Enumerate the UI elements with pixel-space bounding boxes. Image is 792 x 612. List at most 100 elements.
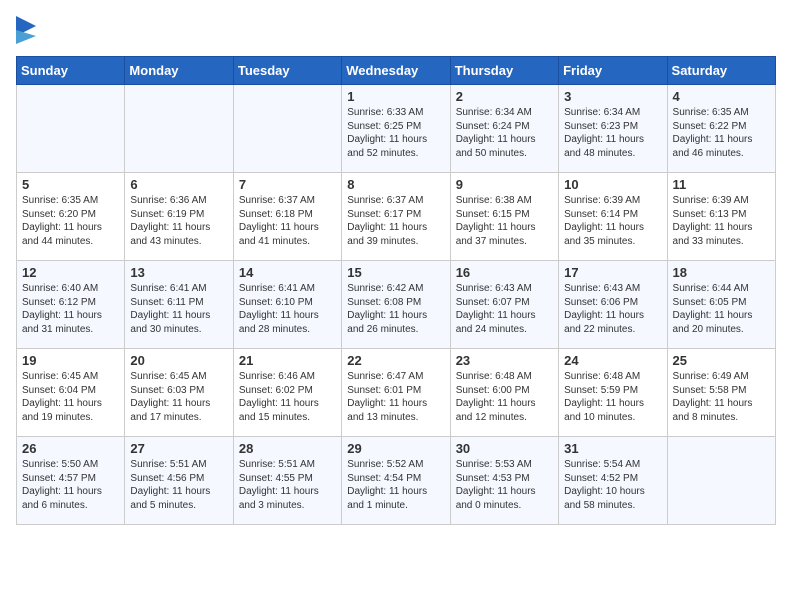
calendar-week-row: 19Sunrise: 6:45 AM Sunset: 6:04 PM Dayli… [17,349,776,437]
cell-content: Sunrise: 5:52 AM Sunset: 4:54 PM Dayligh… [347,458,444,512]
cell-content: Sunrise: 6:47 AM Sunset: 6:01 PM Dayligh… [347,370,444,424]
logo [16,16,40,44]
calendar-cell: 20Sunrise: 6:45 AM Sunset: 6:03 PM Dayli… [125,349,233,437]
page-header [16,16,776,44]
weekday-header: Thursday [450,57,558,85]
day-number: 30 [456,441,553,456]
cell-content: Sunrise: 6:49 AM Sunset: 5:58 PM Dayligh… [673,370,770,424]
cell-content: Sunrise: 6:41 AM Sunset: 6:11 PM Dayligh… [130,282,227,336]
calendar-cell: 9 Sunrise: 6:38 AM Sunset: 6:15 PM Daylig… [450,173,558,261]
cell-content: Sunrise: 6:46 AM Sunset: 6:02 PM Dayligh… [239,370,336,424]
day-number: 9 [456,177,553,192]
calendar-cell: 1 Sunrise: 6:33 AM Sunset: 6:25 PM Daylig… [342,85,450,173]
cell-content: Sunrise: 6:41 AM Sunset: 6:10 PM Dayligh… [239,282,336,336]
calendar-cell: 7 Sunrise: 6:37 AM Sunset: 6:18 PM Daylig… [233,173,341,261]
calendar-cell [667,437,775,525]
cell-content: Sunrise: 6:44 AM Sunset: 6:05 PM Dayligh… [673,282,770,336]
calendar-cell: 5Sunrise: 6:35 AM Sunset: 6:20 PM Daylig… [17,173,125,261]
calendar-cell: 8 Sunrise: 6:37 AM Sunset: 6:17 PM Daylig… [342,173,450,261]
calendar-cell: 24Sunrise: 6:48 AM Sunset: 5:59 PM Dayli… [559,349,667,437]
day-number: 29 [347,441,444,456]
cell-content: Sunrise: 6:43 AM Sunset: 6:06 PM Dayligh… [564,282,661,336]
calendar-cell: 14 Sunrise: 6:41 AM Sunset: 6:10 PM Dayli… [233,261,341,349]
calendar-week-row: 1 Sunrise: 6:33 AM Sunset: 6:25 PM Daylig… [17,85,776,173]
calendar-cell: 28 Sunrise: 5:51 AM Sunset: 4:55 PM Dayli… [233,437,341,525]
calendar-cell: 10 Sunrise: 6:39 AM Sunset: 6:14 PM Dayli… [559,173,667,261]
cell-content: Sunrise: 6:43 AM Sunset: 6:07 PM Dayligh… [456,282,553,336]
calendar-cell: 16 Sunrise: 6:43 AM Sunset: 6:07 PM Dayli… [450,261,558,349]
calendar-week-row: 12 Sunrise: 6:40 AM Sunset: 6:12 PM Dayli… [17,261,776,349]
cell-content: Sunrise: 5:53 AM Sunset: 4:53 PM Dayligh… [456,458,553,512]
cell-content: Sunrise: 6:39 AM Sunset: 6:14 PM Dayligh… [564,194,661,248]
weekday-header: Sunday [17,57,125,85]
calendar-cell: 26Sunrise: 5:50 AM Sunset: 4:57 PM Dayli… [17,437,125,525]
calendar-cell: 13 Sunrise: 6:41 AM Sunset: 6:11 PM Dayli… [125,261,233,349]
cell-content: Sunrise: 6:33 AM Sunset: 6:25 PM Dayligh… [347,106,444,160]
calendar-cell: 4Sunrise: 6:35 AM Sunset: 6:22 PM Daylig… [667,85,775,173]
calendar-body: 1 Sunrise: 6:33 AM Sunset: 6:25 PM Daylig… [17,85,776,525]
day-number: 6 [130,177,227,192]
weekday-header: Wednesday [342,57,450,85]
calendar-cell: 19Sunrise: 6:45 AM Sunset: 6:04 PM Dayli… [17,349,125,437]
day-number: 11 [673,177,770,192]
weekday-header: Monday [125,57,233,85]
cell-content: Sunrise: 6:34 AM Sunset: 6:24 PM Dayligh… [456,106,553,160]
day-number: 12 [22,265,119,280]
day-number: 21 [239,353,336,368]
calendar-cell: 25 Sunrise: 6:49 AM Sunset: 5:58 PM Dayli… [667,349,775,437]
calendar-cell [125,85,233,173]
calendar-cell: 6Sunrise: 6:36 AM Sunset: 6:19 PM Daylig… [125,173,233,261]
calendar-week-row: 26Sunrise: 5:50 AM Sunset: 4:57 PM Dayli… [17,437,776,525]
calendar-cell: 30 Sunrise: 5:53 AM Sunset: 4:53 PM Dayli… [450,437,558,525]
day-number: 25 [673,353,770,368]
cell-content: Sunrise: 5:51 AM Sunset: 4:55 PM Dayligh… [239,458,336,512]
calendar-cell: 21 Sunrise: 6:46 AM Sunset: 6:02 PM Dayli… [233,349,341,437]
cell-content: Sunrise: 6:34 AM Sunset: 6:23 PM Dayligh… [564,106,661,160]
cell-content: Sunrise: 6:40 AM Sunset: 6:12 PM Dayligh… [22,282,119,336]
cell-content: Sunrise: 5:51 AM Sunset: 4:56 PM Dayligh… [130,458,227,512]
cell-content: Sunrise: 6:48 AM Sunset: 6:00 PM Dayligh… [456,370,553,424]
day-number: 13 [130,265,227,280]
cell-content: Sunrise: 6:39 AM Sunset: 6:13 PM Dayligh… [673,194,770,248]
weekday-header: Tuesday [233,57,341,85]
calendar-cell: 11 Sunrise: 6:39 AM Sunset: 6:13 PM Dayli… [667,173,775,261]
day-number: 10 [564,177,661,192]
day-number: 28 [239,441,336,456]
cell-content: Sunrise: 6:37 AM Sunset: 6:17 PM Dayligh… [347,194,444,248]
day-number: 22 [347,353,444,368]
day-number: 16 [456,265,553,280]
day-number: 7 [239,177,336,192]
day-number: 17 [564,265,661,280]
calendar-cell: 18 Sunrise: 6:44 AM Sunset: 6:05 PM Dayli… [667,261,775,349]
day-number: 31 [564,441,661,456]
calendar-cell: 15Sunrise: 6:42 AM Sunset: 6:08 PM Dayli… [342,261,450,349]
weekday-header: Friday [559,57,667,85]
day-number: 8 [347,177,444,192]
day-number: 20 [130,353,227,368]
weekday-header: Saturday [667,57,775,85]
day-number: 19 [22,353,119,368]
day-number: 3 [564,89,661,104]
calendar-cell: 22 Sunrise: 6:47 AM Sunset: 6:01 PM Dayli… [342,349,450,437]
day-number: 1 [347,89,444,104]
calendar-cell: 31 Sunrise: 5:54 AM Sunset: 4:52 PM Dayli… [559,437,667,525]
calendar-header-row: SundayMondayTuesdayWednesdayThursdayFrid… [17,57,776,85]
logo-icon [16,16,36,44]
cell-content: Sunrise: 5:54 AM Sunset: 4:52 PM Dayligh… [564,458,661,512]
day-number: 23 [456,353,553,368]
calendar-cell: 29 Sunrise: 5:52 AM Sunset: 4:54 PM Dayli… [342,437,450,525]
cell-content: Sunrise: 6:42 AM Sunset: 6:08 PM Dayligh… [347,282,444,336]
day-number: 18 [673,265,770,280]
day-number: 5 [22,177,119,192]
cell-content: Sunrise: 5:50 AM Sunset: 4:57 PM Dayligh… [22,458,119,512]
day-number: 2 [456,89,553,104]
calendar-cell: 2 Sunrise: 6:34 AM Sunset: 6:24 PM Daylig… [450,85,558,173]
day-number: 14 [239,265,336,280]
cell-content: Sunrise: 6:38 AM Sunset: 6:15 PM Dayligh… [456,194,553,248]
calendar-week-row: 5Sunrise: 6:35 AM Sunset: 6:20 PM Daylig… [17,173,776,261]
cell-content: Sunrise: 6:37 AM Sunset: 6:18 PM Dayligh… [239,194,336,248]
calendar-cell: 3 Sunrise: 6:34 AM Sunset: 6:23 PM Daylig… [559,85,667,173]
day-number: 24 [564,353,661,368]
calendar-cell [17,85,125,173]
day-number: 4 [673,89,770,104]
